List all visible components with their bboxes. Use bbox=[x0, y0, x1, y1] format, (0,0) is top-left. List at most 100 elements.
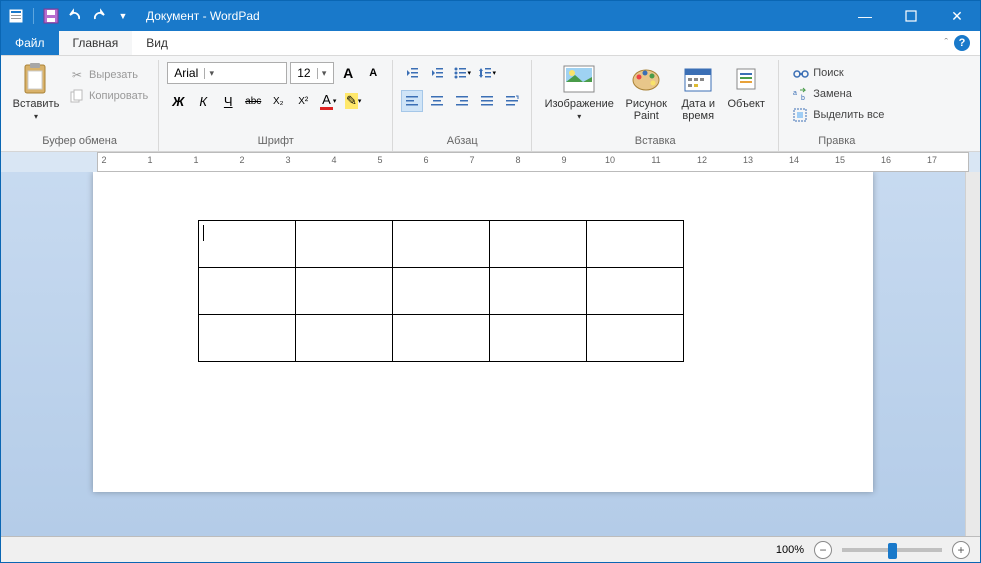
page bbox=[93, 172, 873, 492]
table-cell[interactable] bbox=[490, 221, 587, 268]
bold-button[interactable]: Ж bbox=[167, 90, 189, 112]
subscript-button[interactable]: X₂ bbox=[267, 90, 289, 112]
zoom-slider[interactable] bbox=[842, 548, 942, 552]
group-insert-label: Вставка bbox=[540, 133, 770, 149]
paste-label: Вставить bbox=[13, 98, 60, 110]
view-tab[interactable]: Вид bbox=[132, 31, 182, 55]
copy-label: Копировать bbox=[89, 90, 148, 102]
save-icon[interactable] bbox=[42, 7, 60, 25]
copy-icon bbox=[69, 88, 85, 104]
shrink-font-button[interactable]: A bbox=[362, 62, 384, 84]
group-font-label: Шрифт bbox=[167, 133, 384, 149]
table-cell[interactable] bbox=[199, 315, 296, 362]
qat-customize-icon[interactable]: ▼ bbox=[114, 7, 132, 25]
find-button[interactable]: Поиск bbox=[791, 64, 886, 82]
svg-text:b: b bbox=[801, 95, 805, 101]
insert-datetime-button[interactable]: Дата и время bbox=[674, 62, 722, 122]
collapse-ribbon-icon[interactable]: ˆ bbox=[944, 37, 948, 49]
group-paragraph-label: Абзац bbox=[401, 133, 523, 149]
home-tab[interactable]: Главная bbox=[59, 31, 133, 55]
decrease-indent-button[interactable] bbox=[401, 62, 423, 84]
table-cell[interactable] bbox=[490, 315, 587, 362]
table-cell[interactable] bbox=[587, 221, 684, 268]
replace-icon: ab bbox=[793, 86, 809, 102]
vertical-scrollbar[interactable] bbox=[965, 172, 980, 536]
highlight-button[interactable]: ✎▾ bbox=[342, 90, 364, 112]
clipboard-icon bbox=[20, 62, 52, 96]
align-left-button[interactable] bbox=[401, 90, 423, 112]
insert-paint-button[interactable]: Рисунок Paint bbox=[618, 62, 674, 122]
strike-button[interactable]: abc bbox=[242, 90, 264, 112]
calendar-icon bbox=[682, 62, 714, 96]
grow-font-icon: A bbox=[343, 65, 353, 81]
document-area[interactable] bbox=[1, 172, 965, 536]
group-editing: Поиск ab Замена Выделить все Правка bbox=[779, 60, 894, 151]
font-color-button[interactable]: A▾ bbox=[317, 90, 339, 112]
zoom-out-button[interactable]: − bbox=[814, 541, 832, 559]
titlebar: ▼ Документ - WordPad — ✕ bbox=[1, 1, 980, 31]
paste-button[interactable]: Вставить ▾ bbox=[9, 62, 63, 121]
insert-object-label: Объект bbox=[728, 98, 765, 110]
table-cell[interactable] bbox=[296, 221, 393, 268]
cut-button[interactable]: ✂ Вырезать bbox=[67, 66, 150, 84]
select-all-button[interactable]: Выделить все bbox=[791, 106, 886, 124]
window-title: Документ - WordPad bbox=[146, 9, 260, 23]
menubar: Файл Главная Вид ˆ ? bbox=[1, 31, 980, 56]
maximize-button[interactable] bbox=[888, 1, 934, 31]
grow-font-button[interactable]: A bbox=[337, 62, 359, 84]
copy-button[interactable]: Копировать bbox=[67, 87, 150, 105]
svg-text:a: a bbox=[793, 90, 797, 97]
table-cell[interactable] bbox=[587, 268, 684, 315]
document-table[interactable] bbox=[198, 220, 684, 362]
table-cell[interactable] bbox=[393, 315, 490, 362]
minimize-button[interactable]: — bbox=[842, 1, 888, 31]
paint-palette-icon bbox=[630, 62, 662, 96]
file-tab[interactable]: Файл bbox=[1, 31, 59, 55]
group-clipboard: Вставить ▾ ✂ Вырезать Копировать bbox=[1, 60, 159, 151]
shrink-font-icon: A bbox=[369, 67, 377, 79]
italic-button[interactable]: К bbox=[192, 90, 214, 112]
close-button[interactable]: ✕ bbox=[934, 1, 980, 31]
line-spacing-button[interactable]: ▾ bbox=[476, 62, 498, 84]
image-icon bbox=[563, 62, 595, 96]
binoculars-icon bbox=[793, 65, 809, 81]
zoom-label: 100% bbox=[776, 544, 804, 556]
bullets-button[interactable]: ▾ bbox=[451, 62, 473, 84]
font-size-combo[interactable]: 12▾ bbox=[290, 62, 334, 84]
underline-button[interactable]: Ч bbox=[217, 90, 239, 112]
object-icon bbox=[730, 62, 762, 96]
superscript-button[interactable]: X² bbox=[292, 90, 314, 112]
table-cell[interactable] bbox=[199, 268, 296, 315]
align-center-button[interactable] bbox=[426, 90, 448, 112]
cut-label: Вырезать bbox=[89, 69, 138, 81]
select-all-label: Выделить все bbox=[813, 109, 884, 121]
insert-datetime-label: Дата и время bbox=[674, 98, 722, 122]
statusbar: 100% − + bbox=[1, 536, 980, 562]
align-justify-button[interactable] bbox=[476, 90, 498, 112]
font-name-combo[interactable]: Arial▾ bbox=[167, 62, 287, 84]
redo-icon[interactable] bbox=[90, 7, 108, 25]
group-clipboard-label: Буфер обмена bbox=[9, 133, 150, 149]
group-editing-label: Правка bbox=[787, 133, 886, 149]
table-cell[interactable] bbox=[393, 268, 490, 315]
insert-image-button[interactable]: Изображение ▾ bbox=[540, 62, 618, 121]
chevron-down-icon: ▾ bbox=[577, 112, 581, 121]
align-right-button[interactable] bbox=[451, 90, 473, 112]
increase-indent-button[interactable] bbox=[426, 62, 448, 84]
select-all-icon bbox=[793, 107, 809, 123]
table-cell[interactable] bbox=[296, 268, 393, 315]
replace-button[interactable]: ab Замена bbox=[791, 85, 886, 103]
zoom-in-button[interactable]: + bbox=[952, 541, 970, 559]
insert-object-button[interactable]: Объект bbox=[722, 62, 770, 110]
table-cell[interactable] bbox=[587, 315, 684, 362]
table-cell[interactable] bbox=[296, 315, 393, 362]
scissors-icon: ✂ bbox=[69, 67, 85, 83]
table-cell[interactable] bbox=[199, 221, 296, 268]
group-paragraph: ▾ ▾ Абзац bbox=[393, 60, 532, 151]
paragraph-dialog-button[interactable] bbox=[501, 90, 523, 112]
group-insert: Изображение ▾ Рисунок Paint Дата и время… bbox=[532, 60, 779, 151]
undo-icon[interactable] bbox=[66, 7, 84, 25]
table-cell[interactable] bbox=[393, 221, 490, 268]
table-cell[interactable] bbox=[490, 268, 587, 315]
help-icon[interactable]: ? bbox=[954, 35, 970, 51]
